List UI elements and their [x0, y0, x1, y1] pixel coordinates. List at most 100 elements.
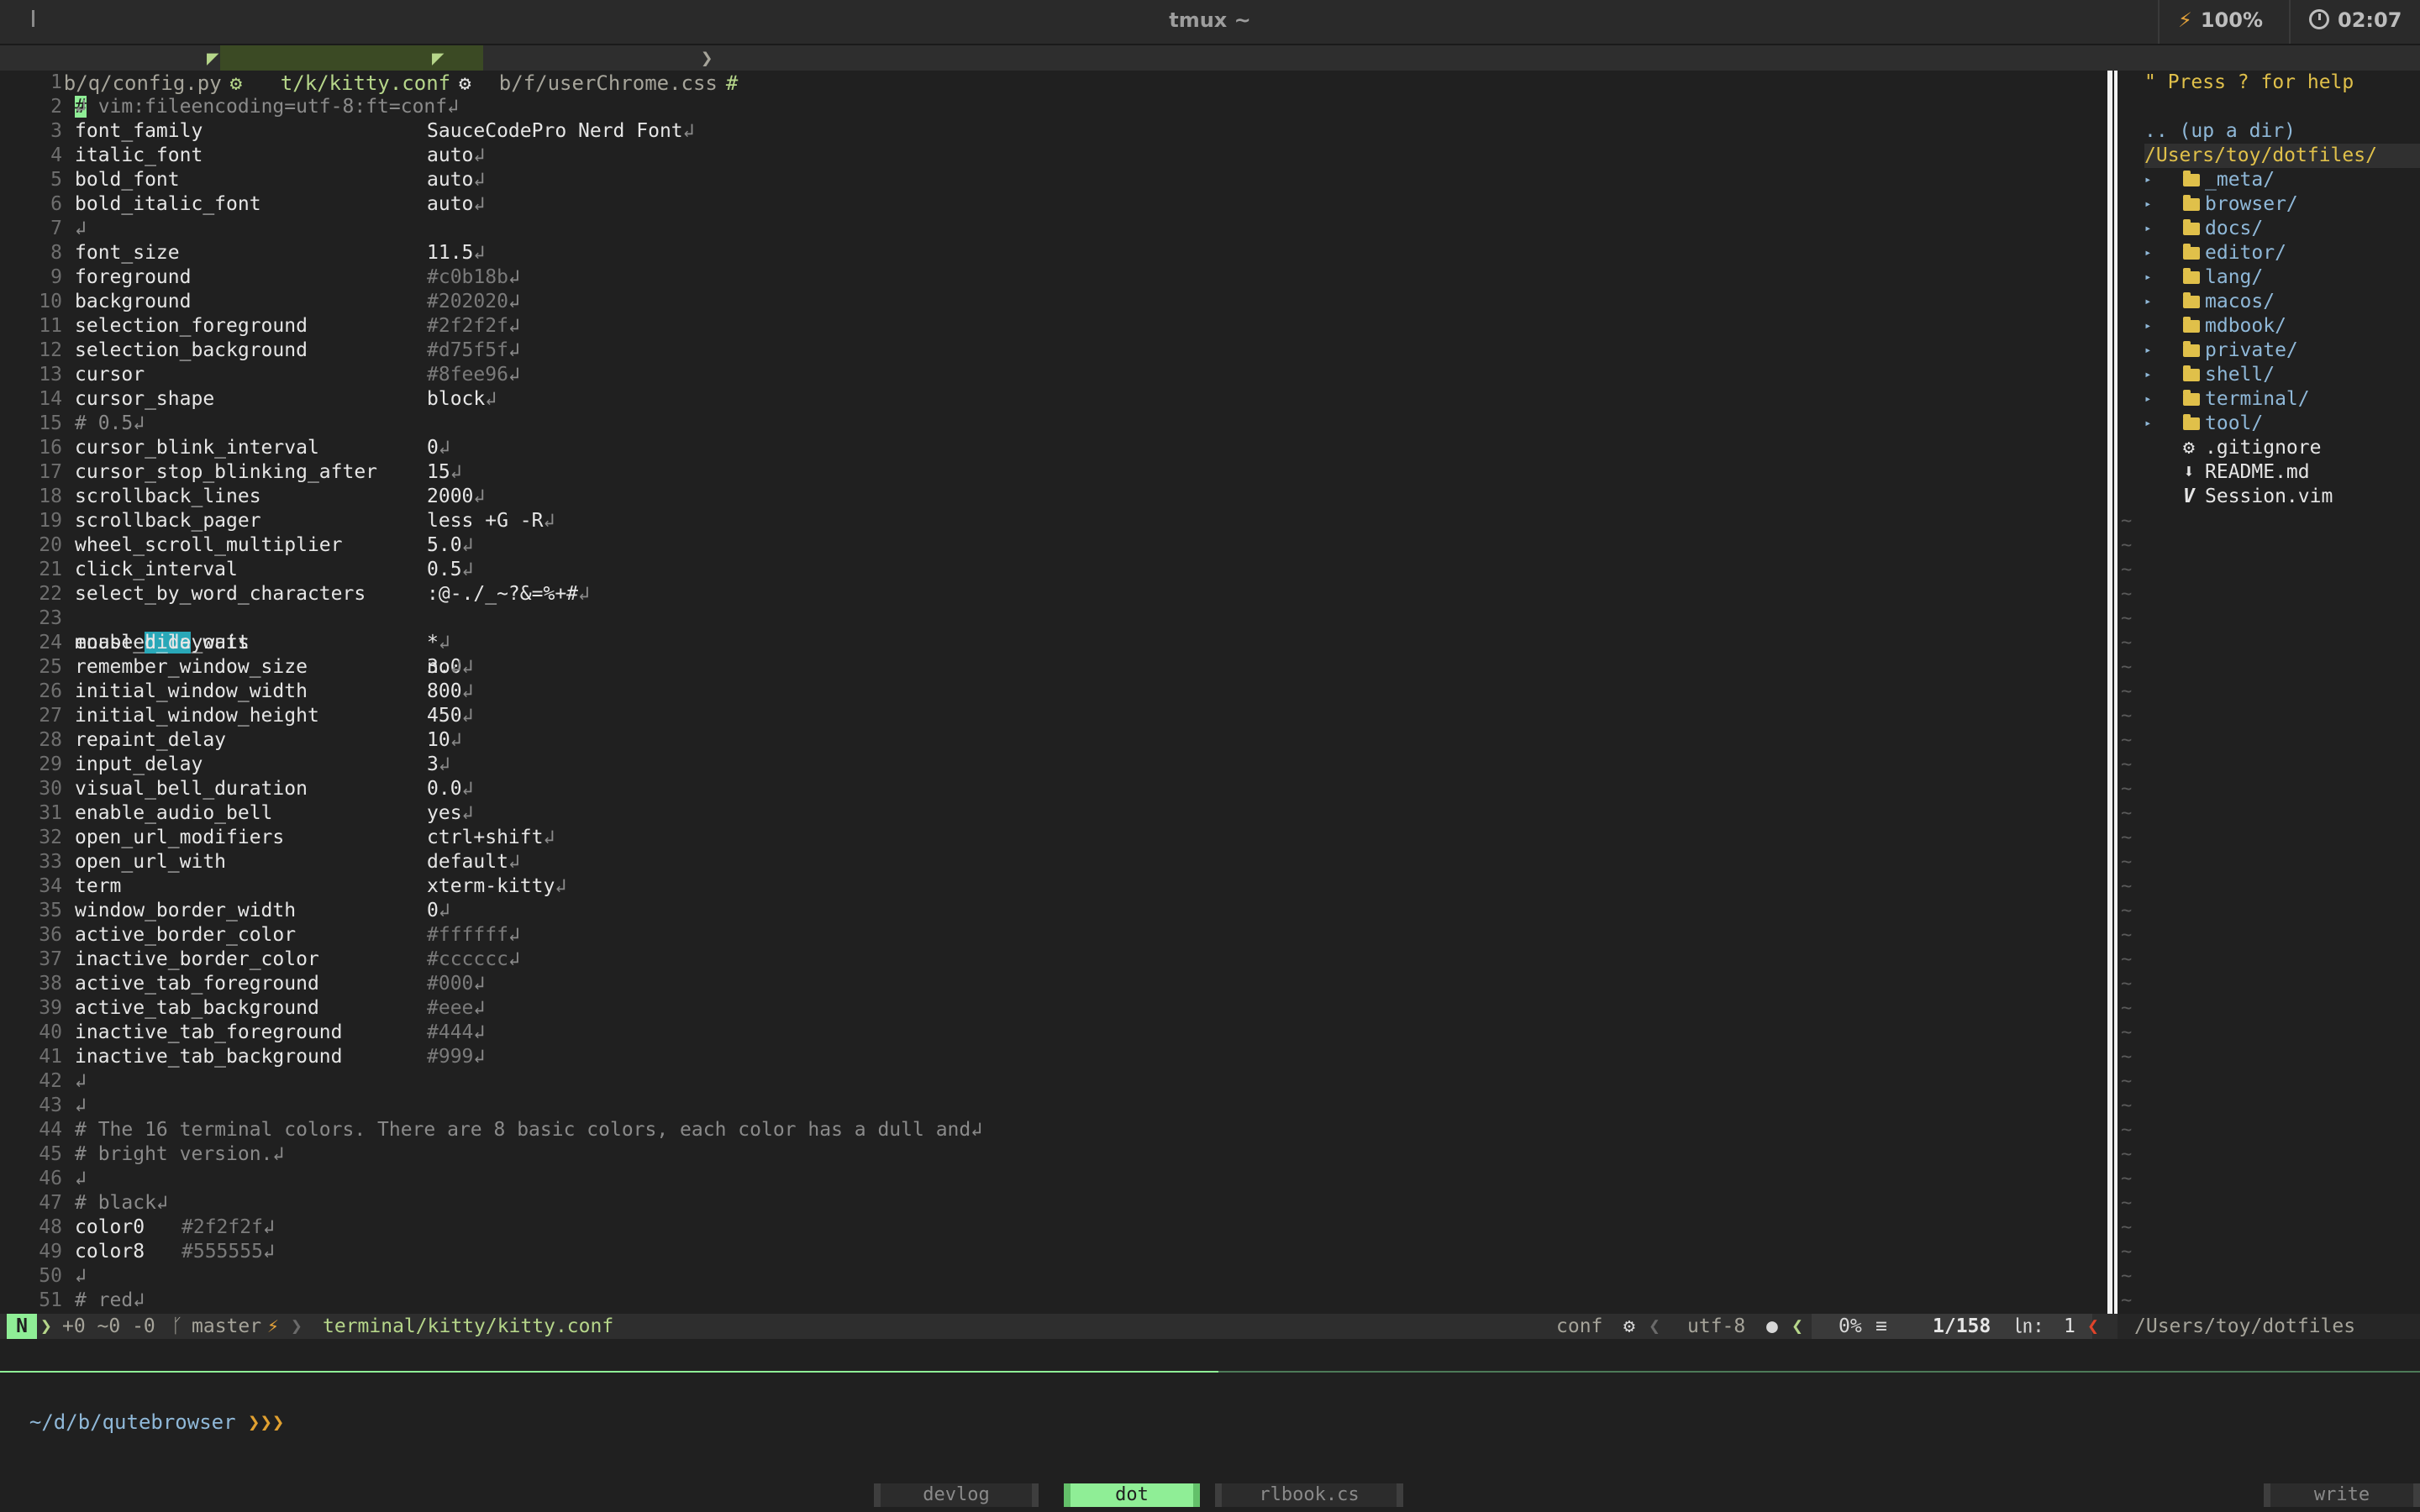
setting-key: visual_bell_duration — [75, 778, 308, 800]
git-branch: master — [192, 1315, 262, 1337]
code-line: selection_background #d75f5f↲ — [0, 339, 2101, 363]
nerdtree-file[interactable]: ⚙ .gitignore — [2121, 436, 2398, 460]
triangle-right-icon: ▸ — [2144, 295, 2152, 308]
nerdtree-folder[interactable]: ▸ terminal/ — [2121, 387, 2398, 412]
nerdtree-file[interactable]: V Session.vim — [2121, 485, 2398, 509]
tmux-window-write[interactable]: write — [2264, 1483, 2420, 1507]
nerdtree-folder[interactable]: ▸ tool/ — [2121, 412, 2398, 436]
nerdtree-root-path[interactable]: /Users/toy/dotfiles/ — [2144, 144, 2420, 168]
code-line: ↲ — [0, 1264, 2101, 1289]
nerdtree-folder[interactable]: ▸ private/ — [2121, 339, 2398, 363]
code-line: input_delay 3↲ — [0, 753, 2101, 777]
folder-icon — [2183, 390, 2200, 406]
tilde-marker: ~ — [2121, 1095, 2133, 1116]
file-path: terminal/kitty/kitty.conf — [323, 1315, 614, 1337]
code-line: color0 #2f2f2f↲ — [0, 1215, 2101, 1240]
setting-key: active_border_color — [75, 924, 297, 946]
gear-icon: ⚙ — [2183, 437, 2195, 459]
cursor-position: 1/158 — [1933, 1315, 1991, 1337]
tilde-marker: ~ — [2121, 1071, 2133, 1092]
code-line: open_url_with default↲ — [0, 850, 2101, 874]
eol-icon: ↲ — [508, 924, 520, 946]
setting-value: #cccccc — [427, 948, 508, 970]
eol-icon: ↲ — [438, 437, 450, 459]
lightning-icon: ⚡ — [2178, 8, 2192, 32]
eol-icon: ↲ — [971, 1119, 983, 1141]
folder-icon — [2183, 195, 2200, 211]
shell-cwd: ~/d/b/qutebrowser — [29, 1410, 236, 1434]
folder-icon — [2183, 292, 2200, 308]
setting-value: 0 — [427, 900, 439, 921]
setting-value: 0 — [427, 437, 439, 459]
tmux-window-rlbook[interactable]: rlbook.cs — [1215, 1483, 1403, 1507]
triangle-right-icon: ▸ — [2144, 222, 2152, 235]
nerdtree-folder[interactable]: ▸ browser/ — [2121, 192, 2398, 217]
nerdtree-file[interactable]: ⬇ README.md — [2121, 460, 2398, 485]
setting-value: auto — [427, 144, 474, 166]
comment-text: # bright version. — [75, 1143, 273, 1165]
folder-icon — [2183, 414, 2200, 430]
nerdtree-folder[interactable]: ▸ lang/ — [2121, 265, 2398, 290]
setting-key: enabled_layouts — [75, 632, 250, 654]
tilde-marker: ~ — [2121, 633, 2133, 654]
nerdtree-up-dir[interactable]: .. (up a dir) — [2144, 119, 2296, 144]
nerdtree-folder[interactable]: ▸ docs/ — [2121, 217, 2398, 241]
folder-name: macos/ — [2205, 291, 2275, 312]
tilde-marker: ~ — [2121, 706, 2133, 727]
nerdtree-folder[interactable]: ▸ _meta/ — [2121, 168, 2398, 192]
setting-key: window_border_width — [75, 900, 297, 921]
nerdtree-folder[interactable]: ▸ shell/ — [2121, 363, 2398, 387]
tilde-marker: ~ — [2121, 584, 2133, 605]
triangle-right-icon: ▸ — [2144, 417, 2152, 430]
nerdtree-folder[interactable]: ▸ macos/ — [2121, 290, 2398, 314]
folder-name: private/ — [2205, 339, 2298, 361]
tmux-window-dot[interactable]: dot — [1064, 1483, 1200, 1507]
code-line: enabled_layouts *↲ — [0, 631, 2101, 655]
setting-key: term — [75, 875, 122, 897]
eol-icon: ↲ — [438, 632, 450, 654]
setting-key: font_family — [75, 120, 203, 142]
file-encoding: utf-8 — [1687, 1315, 1746, 1337]
clock-icon — [2309, 9, 2329, 29]
tmux-window-devlog[interactable]: devlog — [874, 1483, 1039, 1507]
folder-icon — [2183, 244, 2200, 260]
split-divider[interactable] — [2114, 71, 2118, 1314]
setting-value: #2f2f2f — [427, 315, 508, 337]
file-name: Session.vim — [2205, 486, 2333, 507]
code-line: cursor #8fee96↲ — [0, 363, 2101, 387]
setting-value: 450 — [427, 705, 462, 727]
eol-icon: ↲ — [461, 778, 474, 800]
setting-key: foreground — [75, 266, 192, 288]
eol-icon: ↲ — [450, 656, 462, 678]
setting-value: #444 — [427, 1021, 474, 1043]
folder-name: docs/ — [2205, 218, 2264, 239]
setting-key: color0 — [75, 1216, 145, 1238]
tilde-marker: ~ — [2121, 1266, 2133, 1287]
code-line: click_interval 0.5↲ — [0, 558, 2101, 582]
eol-icon: ↲ — [75, 218, 87, 239]
code-line: ↲ — [0, 1167, 2101, 1191]
nerdtree-pane[interactable]: " Press ? for help .. (up a dir) /Users/… — [2121, 71, 2420, 1314]
triangle-right-icon: ▸ — [2144, 197, 2152, 211]
tilde-marker: ~ — [2121, 1217, 2133, 1238]
setting-key: italic_font — [75, 144, 203, 166]
eol-icon: ↲ — [75, 1095, 87, 1116]
nerdtree-folder[interactable]: ▸ mdbook/ — [2121, 314, 2398, 339]
shell-prompt[interactable]: ~/d/b/qutebrowser ❯❯❯ — [5, 1384, 284, 1435]
nerdtree-folder[interactable]: ▸ editor/ — [2121, 241, 2398, 265]
tilde-marker: ~ — [2121, 1047, 2133, 1068]
setting-key: active_tab_foreground — [75, 973, 319, 995]
nerdtree-help-hint: " Press ? for help — [2144, 71, 2354, 93]
tilde-marker: ~ — [2121, 779, 2133, 800]
setting-value: block — [427, 388, 486, 410]
eol-icon: ↲ — [461, 534, 474, 556]
editor-pane[interactable]: 1 2 3 4 5 6 7 8 9 10 11 12 13 14 15 16 1… — [0, 71, 2107, 1314]
cursor-column: 1 — [2064, 1315, 2075, 1337]
split-divider[interactable] — [2107, 71, 2112, 1314]
empty-line-markers: ~ ~ ~ ~ ~ ~ ~ ~ ~ ~ ~ ~ ~ ~ ~ ~ ~ ~ ~ ~ ~ ~ ~ ~ ~ ~ ~ ~ ~ ~ ~ ~ ~ — [2121, 71, 2138, 1314]
eol-icon: ↲ — [508, 315, 520, 337]
eol-icon: ↲ — [450, 729, 462, 751]
tilde-marker: ~ — [2121, 657, 2133, 678]
comment-text: # red — [75, 1289, 134, 1311]
setting-value: #8fee96 — [427, 364, 508, 386]
